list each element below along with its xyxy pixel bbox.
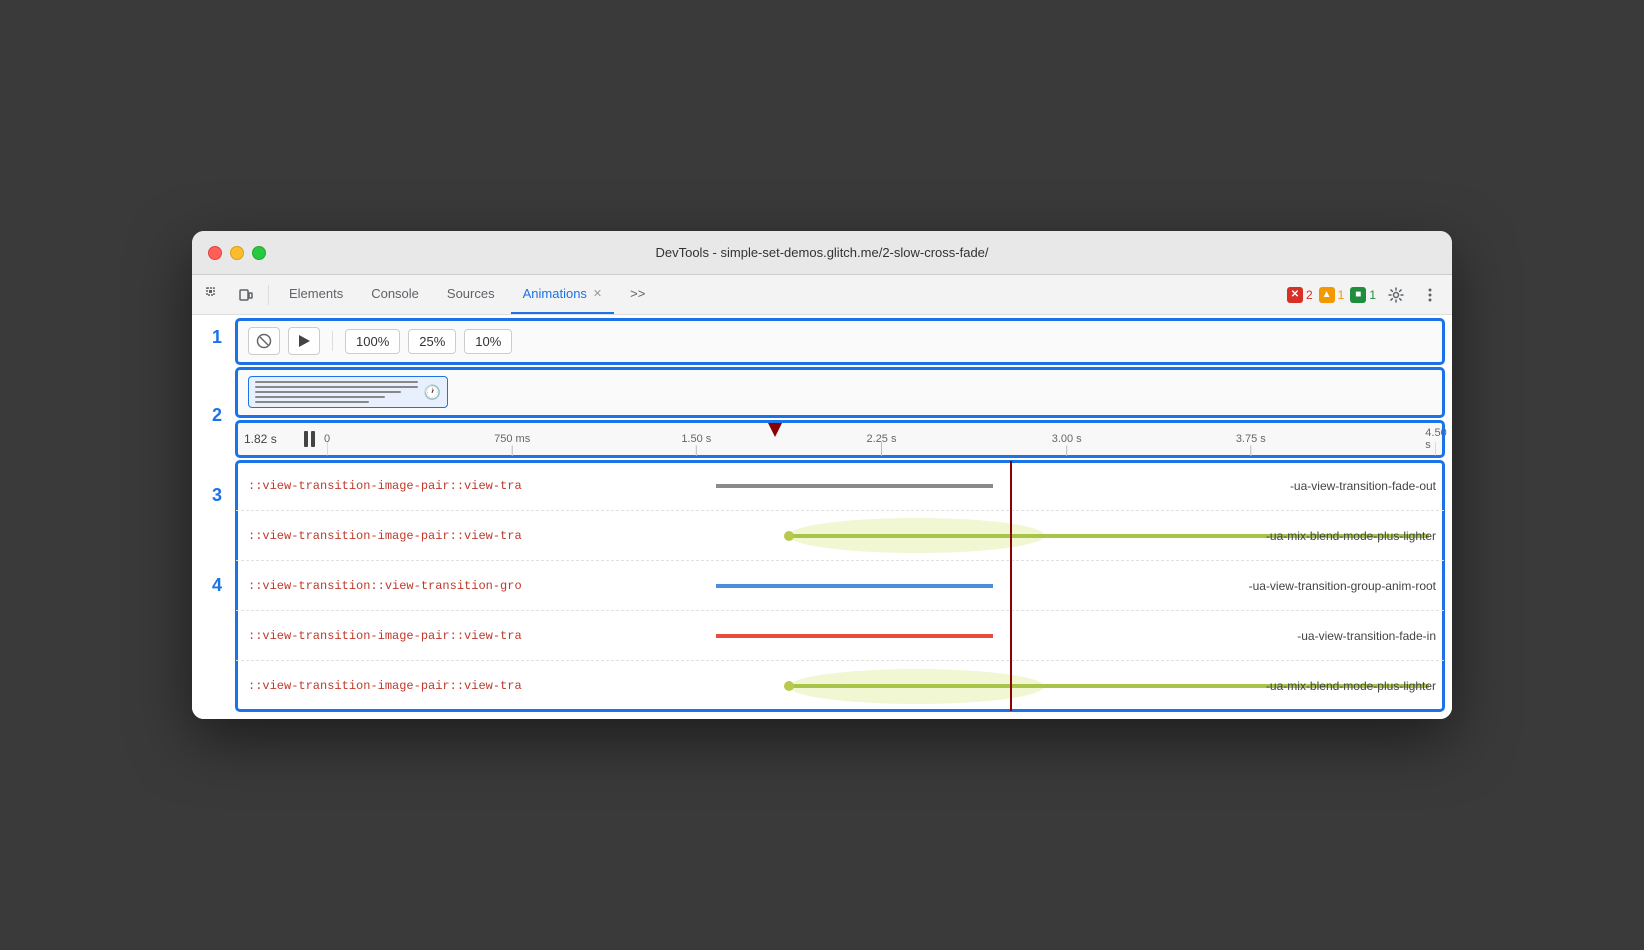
devtools-window: DevTools - simple-set-demos.glitch.me/2-…: [192, 231, 1452, 719]
toolbar-divider-1: [268, 285, 269, 305]
info-icon: ■: [1350, 287, 1366, 303]
current-time: 1.82 s: [244, 432, 304, 446]
row-track-1[interactable]: -ua-view-transition-fade-out: [716, 461, 1444, 510]
table-row: ::view-transition-image-pair::view-tra -…: [236, 461, 1444, 511]
section-number-4: 4: [212, 575, 222, 596]
section-number-2: 2: [212, 405, 222, 426]
traffic-lights: [208, 246, 266, 260]
maximize-button[interactable]: [252, 246, 266, 260]
devtools-toolbar: Elements Console Sources Animations ✕ >>…: [192, 275, 1452, 315]
animation-dot-2: [784, 681, 794, 691]
ruler-mark-300: 3.00 s: [1052, 433, 1082, 445]
group-line-5: [255, 401, 369, 403]
play-button[interactable]: [288, 327, 320, 355]
table-row: ::view-transition-image-pair::view-tra -…: [236, 661, 1444, 711]
clear-button[interactable]: [248, 327, 280, 355]
row-track-5[interactable]: -ua-mix-blend-mode-plus-lighter: [716, 661, 1444, 711]
timeline-ruler: 1.82 s 0 750 ms 1.50 s 2.25 s 3.00 s 3.7…: [236, 421, 1444, 457]
pause-button[interactable]: [304, 431, 315, 447]
animation-bar-blue-1: [716, 584, 993, 588]
group-line-1: [255, 381, 418, 383]
ruler-mark-750: 750 ms: [494, 433, 530, 445]
group-line-2: [255, 386, 418, 388]
minimize-button[interactable]: [230, 246, 244, 260]
more-options-icon[interactable]: [1416, 281, 1444, 309]
tab-close-icon[interactable]: ✕: [593, 287, 602, 300]
animation-group-item[interactable]: 🕐: [248, 376, 448, 408]
table-row: ::view-transition-image-pair::view-tra -…: [236, 511, 1444, 561]
inspect-icon[interactable]: [200, 281, 228, 309]
tab-elements[interactable]: Elements: [277, 275, 355, 314]
table-row: ::view-transition::view-transition-gro -…: [236, 561, 1444, 611]
ctrl-divider: [332, 331, 333, 351]
tab-sources[interactable]: Sources: [435, 275, 507, 314]
row-track-3[interactable]: -ua-view-transition-group-anim-root: [716, 561, 1444, 610]
ruler-marks: 0 750 ms 1.50 s 2.25 s 3.00 s 3.75 s 4.5…: [327, 421, 1436, 456]
table-row: ::view-transition-image-pair::view-tra -…: [236, 611, 1444, 661]
row-label-2: ::view-transition-image-pair::view-tra: [236, 529, 716, 543]
toolbar-right: ✕ 2 ▲ 1 ■ 1: [1287, 281, 1444, 309]
group-line-4: [255, 396, 385, 398]
row-label-5: ::view-transition-image-pair::view-tra: [236, 679, 716, 693]
info-badge[interactable]: ■ 1: [1350, 287, 1376, 303]
ruler-mark-0: 0: [324, 433, 330, 445]
content-area: 1 2 3 4 100% 25%: [192, 315, 1452, 719]
clock-icon: 🕐: [424, 384, 441, 401]
error-badge[interactable]: ✕ 2: [1287, 287, 1313, 303]
animation-name-4: -ua-view-transition-fade-in: [1297, 629, 1444, 643]
rows-wrapper: ::view-transition-image-pair::view-tra -…: [236, 461, 1444, 711]
speed-10-button[interactable]: 10%: [464, 329, 512, 354]
row-label-3: ::view-transition::view-transition-gro: [236, 579, 716, 593]
row-track-4[interactable]: -ua-view-transition-fade-in: [716, 611, 1444, 660]
ruler-mark-450: 4.50 s: [1425, 427, 1446, 451]
settings-icon[interactable]: [1382, 281, 1410, 309]
group-line-3: [255, 391, 401, 393]
animation-bar-green-1: [789, 534, 1430, 538]
tab-console[interactable]: Console: [359, 275, 431, 314]
ruler-mark-225: 2.25 s: [867, 433, 897, 445]
row-label-1: ::view-transition-image-pair::view-tra: [236, 479, 716, 493]
playhead-line: [1010, 461, 1012, 711]
section-number-1: 1: [212, 327, 222, 348]
group-lines: [255, 381, 418, 403]
animation-rows: ::view-transition-image-pair::view-tra -…: [236, 461, 1444, 711]
tab-animations[interactable]: Animations ✕: [511, 275, 615, 314]
section-number-3: 3: [212, 485, 222, 506]
pause-bar-1: [304, 431, 308, 447]
playhead-marker: [775, 423, 789, 437]
animation-dot-1: [784, 531, 794, 541]
device-toolbar-icon[interactable]: [232, 281, 260, 309]
window-title: DevTools - simple-set-demos.glitch.me/2-…: [655, 245, 988, 260]
warning-icon: ▲: [1319, 287, 1335, 303]
ruler-mark-150: 1.50 s: [681, 433, 711, 445]
warning-badge[interactable]: ▲ 1: [1319, 287, 1345, 303]
speed-100-button[interactable]: 100%: [345, 329, 400, 354]
ruler-mark-375: 3.75 s: [1236, 433, 1266, 445]
pause-bar-2: [311, 431, 315, 447]
animation-name-3: -ua-view-transition-group-anim-root: [1249, 579, 1444, 593]
speed-25-button[interactable]: 25%: [408, 329, 456, 354]
animation-bar-gray-1: [716, 484, 993, 488]
title-bar: DevTools - simple-set-demos.glitch.me/2-…: [192, 231, 1452, 275]
row-label-4: ::view-transition-image-pair::view-tra: [236, 629, 716, 643]
animation-groups: 🕐: [236, 368, 1444, 417]
row-track-2[interactable]: -ua-mix-blend-mode-plus-lighter: [716, 511, 1444, 560]
animation-bar-green-2: [789, 684, 1430, 688]
animation-bar-red-1: [716, 634, 993, 638]
close-button[interactable]: [208, 246, 222, 260]
animation-controls: 100% 25% 10%: [236, 319, 1444, 364]
error-icon: ✕: [1287, 287, 1303, 303]
tab-more[interactable]: >>: [618, 275, 657, 314]
devtools-body: Elements Console Sources Animations ✕ >>…: [192, 275, 1452, 719]
animation-name-1: -ua-view-transition-fade-out: [1290, 479, 1444, 493]
